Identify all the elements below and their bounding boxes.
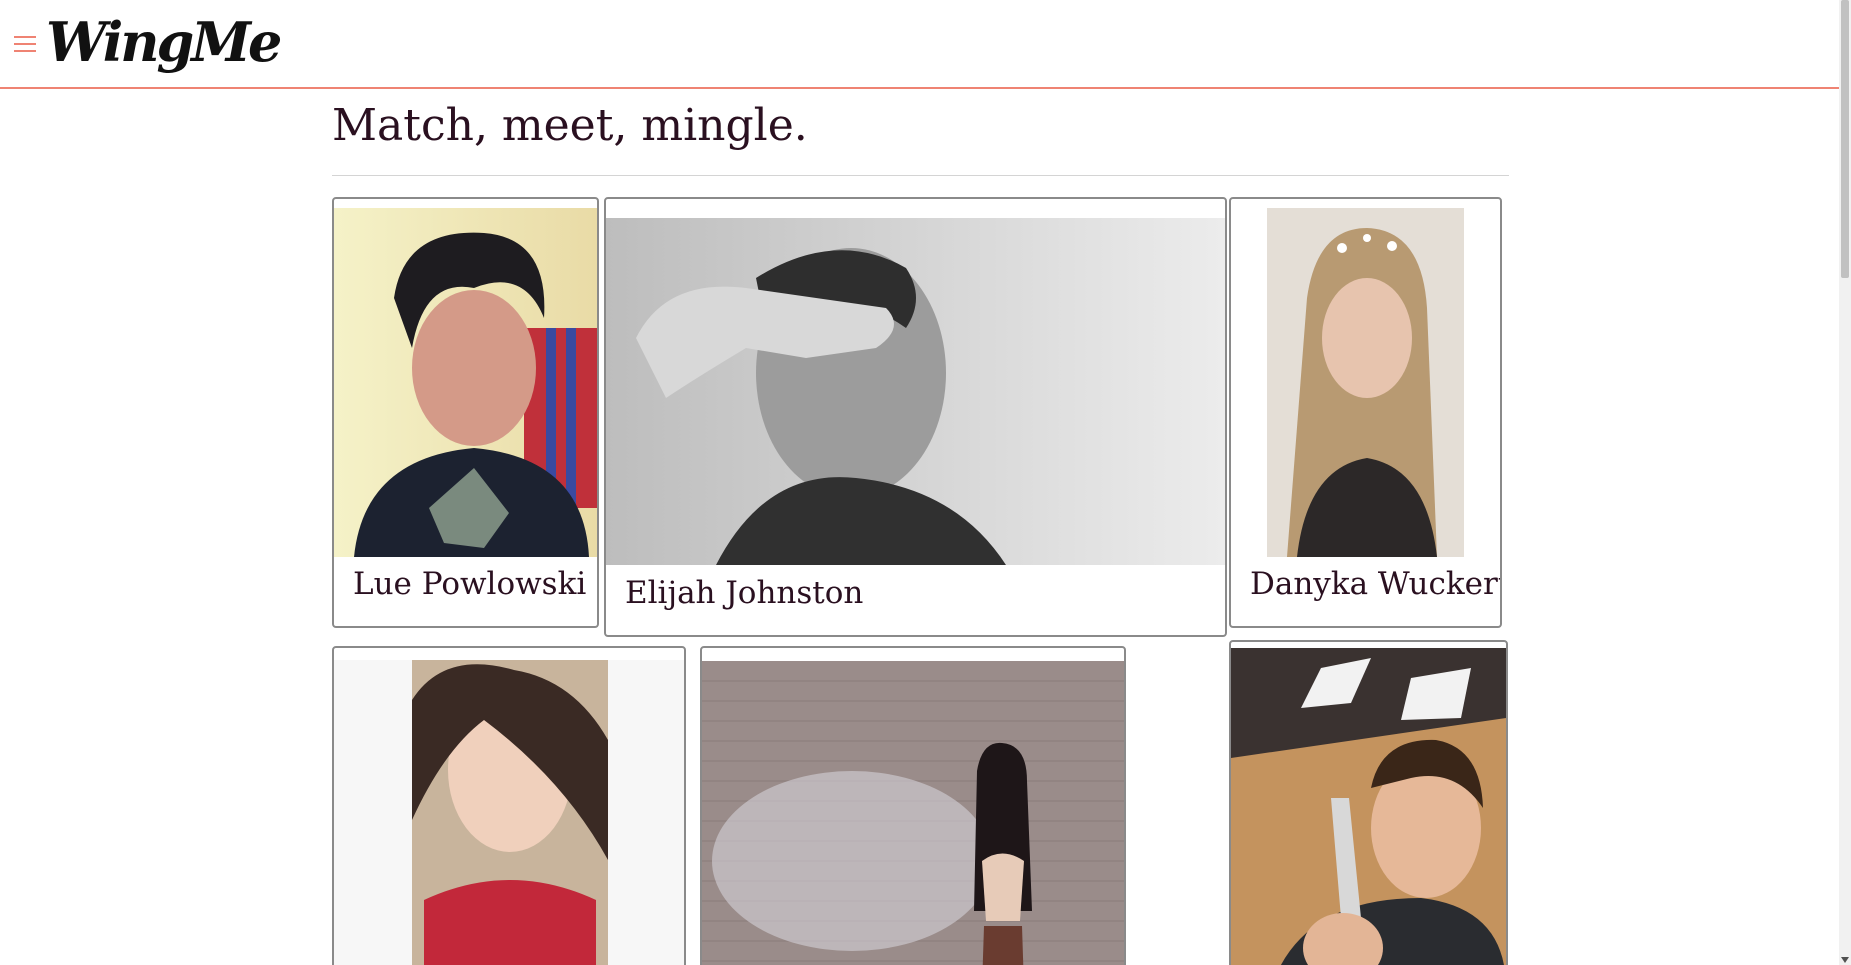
profile-photo <box>334 660 684 965</box>
profile-photo <box>606 218 1225 565</box>
logo[interactable]: WingMe <box>46 6 282 78</box>
scroll-thumb[interactable] <box>1841 0 1849 278</box>
profile-photo <box>334 208 597 557</box>
profile-name: Danyka Wuckert V <box>1250 566 1502 602</box>
profile-card[interactable] <box>332 646 686 965</box>
profile-card[interactable] <box>700 646 1126 965</box>
profile-name: Lue Powlowski <box>353 566 587 602</box>
profile-card[interactable]: Danyka Wuckert V <box>1229 197 1502 628</box>
page: WingMe Match, meet, mingle. Lue Powlowsk… <box>0 0 1839 965</box>
vertical-scrollbar[interactable] <box>1839 0 1851 965</box>
top-nav-bar: WingMe <box>0 0 1839 89</box>
profile-card[interactable]: Elijah Johnston <box>604 197 1227 637</box>
profile-photo <box>702 661 1124 965</box>
profile-photo <box>1267 208 1464 557</box>
profile-name: Elijah Johnston <box>625 575 864 611</box>
title-divider <box>332 175 1509 176</box>
scroll-down-arrow-icon[interactable] <box>1841 957 1849 963</box>
hamburger-menu-icon[interactable] <box>14 34 36 54</box>
profile-card[interactable] <box>1229 640 1508 965</box>
page-title: Match, meet, mingle. <box>332 100 808 151</box>
profile-photo <box>1231 648 1506 965</box>
profile-card[interactable]: Lue Powlowski <box>332 197 599 628</box>
